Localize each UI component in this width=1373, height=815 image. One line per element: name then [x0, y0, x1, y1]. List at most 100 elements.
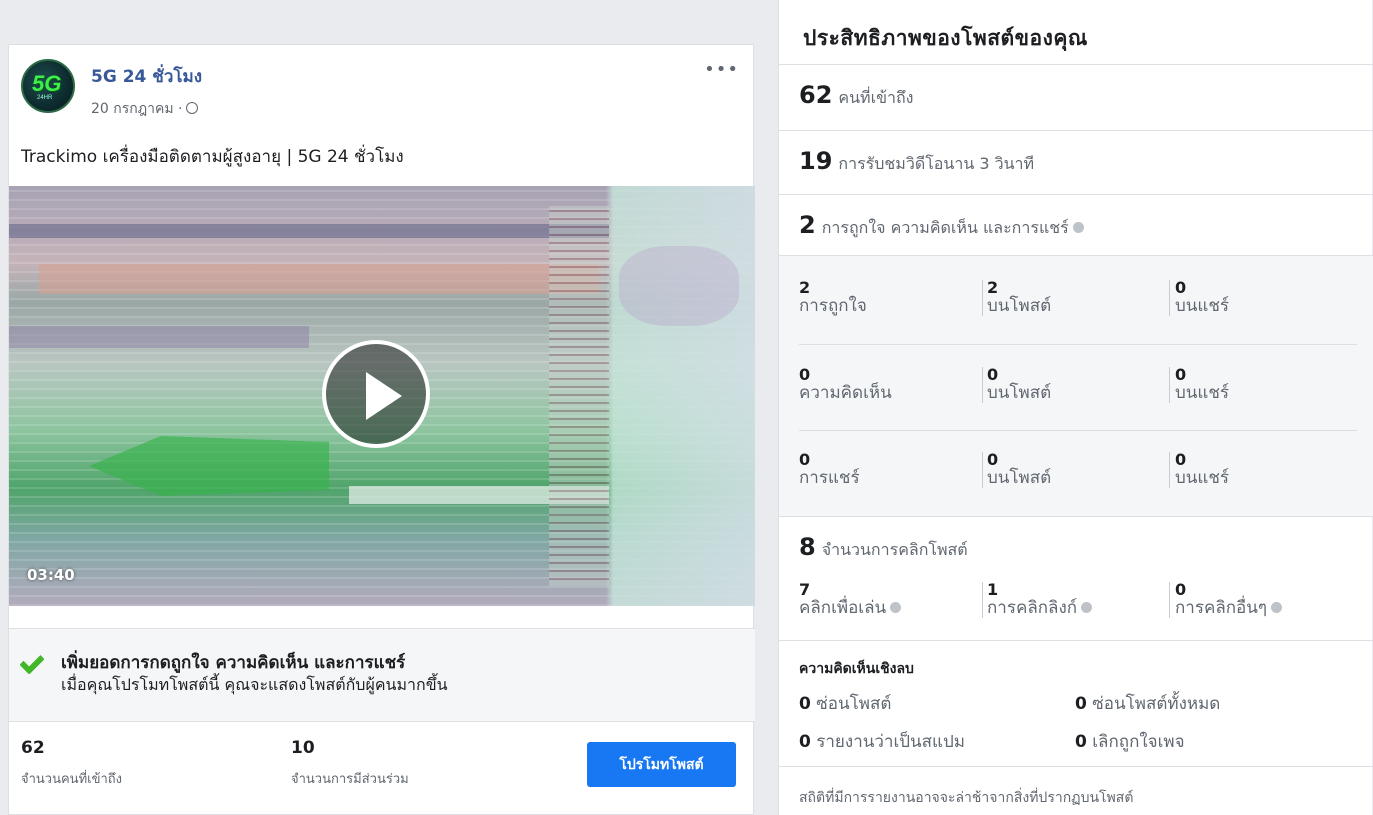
post-text: Trackimo เครื่องมือติดตามผู้สูงอายุ | 5G… [21, 147, 404, 167]
click-value: 7 [799, 580, 811, 599]
negative-label: ซ่อนโพสต์ทั้งหมด [1092, 694, 1221, 714]
video-player[interactable]: 03:40 [9, 186, 755, 606]
click-value: 0 [1175, 580, 1187, 599]
reach-summary-value: 62 [21, 738, 45, 758]
video-views-row: 19 การรับชมวิดีโอนาน 3 วินาที [779, 130, 1373, 194]
click-label: การคลิกลิงก์ [987, 598, 1078, 618]
video-glitch-band [619, 246, 739, 326]
info-icon[interactable] [890, 602, 902, 613]
engagement-summary: 10 จำนวนการมีส่วนร่วม [291, 738, 409, 789]
negative-item: 0 เลิกถูกใจเพจ [1075, 728, 1185, 755]
click-label: การคลิกอื่นๆ [1175, 598, 1268, 618]
negative-label: รายงานว่าเป็นสแปม [816, 732, 965, 752]
post-meta: 5G 24 ชั่วโมง 20 กรกฎาคม · [91, 63, 202, 120]
grid-cell: 2 การถูกใจ [799, 278, 867, 317]
negative-item: 0 รายงานว่าเป็นสแปม [799, 728, 965, 755]
grid-value: 0 [1175, 450, 1187, 469]
boost-section: เพิ่มยอดการกดถูกใจ ความคิดเห็น และการแชร… [9, 628, 755, 722]
info-icon[interactable] [1271, 602, 1283, 613]
click-link-cell: 1 การคลิกลิงก์ [987, 580, 1093, 618]
negative-value: 0 [799, 732, 811, 752]
grid-cell: 0 บนโพสต์ [987, 450, 1052, 489]
boost-subtitle: เมื่อคุณโปรโมทโพสต์นี้ คุณจะแสดงโพสต์กับ… [61, 675, 448, 694]
stats-footnote: สถิติที่มีการรายงานอาจจะล่าช้าจากสิ่งที่… [799, 790, 1134, 806]
grid-value: 2 [799, 278, 811, 297]
grid-cell: 0 ความคิดเห็น [799, 365, 892, 404]
grid-label: บนโพสต์ [987, 296, 1052, 316]
click-play-cell: 7 คลิกเพื่อเล่น [799, 580, 902, 618]
reach-summary: 62 จำนวนคนที่เข้าถึง [21, 738, 122, 789]
info-icon[interactable] [1072, 222, 1084, 233]
column-divider [1169, 367, 1170, 403]
reactions-label: การถูกใจ ความคิดเห็น และการแชร์ [821, 218, 1069, 237]
info-icon[interactable] [1081, 602, 1093, 613]
negative-value: 0 [799, 694, 811, 714]
post-header: 5G 24HR 5G 24 ชั่วโมง 20 กรกฎาคม · [21, 59, 202, 120]
promote-post-button[interactable]: โปรโมทโพสต์ [587, 742, 736, 787]
grid-label: บนโพสต์ [987, 383, 1052, 403]
page-name-link[interactable]: 5G 24 ชั่วโมง [91, 63, 202, 90]
grid-cell: 0 บนแชร์ [1175, 450, 1230, 489]
post-date[interactable]: 20 กรกฎาคม · [91, 98, 202, 120]
page-avatar[interactable]: 5G 24HR [21, 59, 75, 113]
negative-value: 0 [1075, 694, 1087, 714]
play-button[interactable] [322, 340, 430, 448]
avatar-logo: 5G [32, 71, 62, 96]
reactions-value: 2 [799, 211, 816, 239]
grid-label: บนแชร์ [1175, 383, 1230, 403]
negative-feedback-title: ความคิดเห็นเชิงลบ [799, 661, 914, 677]
negative-item: 0 ซ่อนโพสต์ทั้งหมด [1075, 690, 1220, 717]
insights-title: ประสิทธิภาพของโพสต์ของคุณ [803, 25, 1088, 50]
negative-value: 0 [1075, 732, 1087, 752]
grid-cell: 0 บนแชร์ [1175, 365, 1230, 404]
negative-label: เลิกถูกใจเพจ [1092, 732, 1185, 752]
reach-label: คนที่เข้าถึง [838, 88, 914, 107]
reach-row: 62 คนที่เข้าถึง [779, 64, 1373, 130]
column-divider [982, 582, 983, 618]
engagement-summary-value: 10 [291, 738, 315, 758]
column-divider [1169, 582, 1170, 618]
clicks-row: 8 จำนวนการคลิกโพสต์ [779, 516, 1373, 640]
clicks-label: จำนวนการคลิกโพสต์ [821, 540, 968, 559]
grid-label: บนแชร์ [1175, 468, 1230, 488]
globe-icon [185, 102, 198, 114]
row-divider [799, 430, 1357, 431]
boost-title: เพิ่มยอดการกดถูกใจ ความคิดเห็น และการแชร… [61, 653, 406, 673]
engagement-summary-label: จำนวนการมีส่วนร่วม [291, 772, 409, 787]
grid-value: 0 [799, 450, 811, 469]
grid-value: 0 [799, 365, 811, 384]
column-divider [1169, 280, 1170, 316]
checkmark-icon [19, 649, 45, 675]
column-divider [982, 280, 983, 316]
video-glitch-band [89, 436, 329, 496]
grid-value: 0 [1175, 278, 1187, 297]
grid-value: 0 [987, 365, 999, 384]
grid-value: 2 [987, 278, 999, 297]
click-value: 1 [987, 580, 999, 599]
grid-label: การแชร์ [799, 468, 860, 488]
more-options-icon[interactable]: ••• [704, 59, 739, 80]
post-card: 5G 24HR 5G 24 ชั่วโมง 20 กรกฎาคม · ••• T… [8, 44, 755, 815]
grid-label: บนแชร์ [1175, 296, 1230, 316]
grid-label: ความคิดเห็น [799, 383, 892, 403]
grid-value: 0 [1175, 365, 1187, 384]
column-divider [982, 367, 983, 403]
grid-value: 0 [987, 450, 999, 469]
video-views-label: การรับชมวิดีโอนาน 3 วินาที [838, 154, 1035, 173]
reactions-breakdown-grid: 2 การถูกใจ 2 บนโพสต์ 0 บนแชร์ 0 ความคิดเห็น … [779, 255, 1373, 516]
negative-item: 0 ซ่อนโพสต์ [799, 690, 891, 717]
clicks-value: 8 [799, 533, 816, 561]
grid-cell: 0 บนโพสต์ [987, 365, 1052, 404]
video-glitch-band [9, 224, 609, 238]
grid-cell: 0 บนแชร์ [1175, 278, 1230, 317]
grid-cell: 0 การแชร์ [799, 450, 860, 489]
reach-summary-label: จำนวนคนที่เข้าถึง [21, 772, 122, 787]
video-duration: 03:40 [27, 566, 75, 584]
grid-label: บนโพสต์ [987, 468, 1052, 488]
column-divider [982, 452, 983, 488]
click-label: คลิกเพื่อเล่น [799, 598, 887, 618]
post-date-text: 20 กรกฎาคม · [91, 101, 183, 117]
negative-label: ซ่อนโพสต์ [816, 694, 892, 714]
row-divider [799, 344, 1357, 345]
reactions-row: 2 การถูกใจ ความคิดเห็น และการแชร์ [779, 194, 1373, 256]
